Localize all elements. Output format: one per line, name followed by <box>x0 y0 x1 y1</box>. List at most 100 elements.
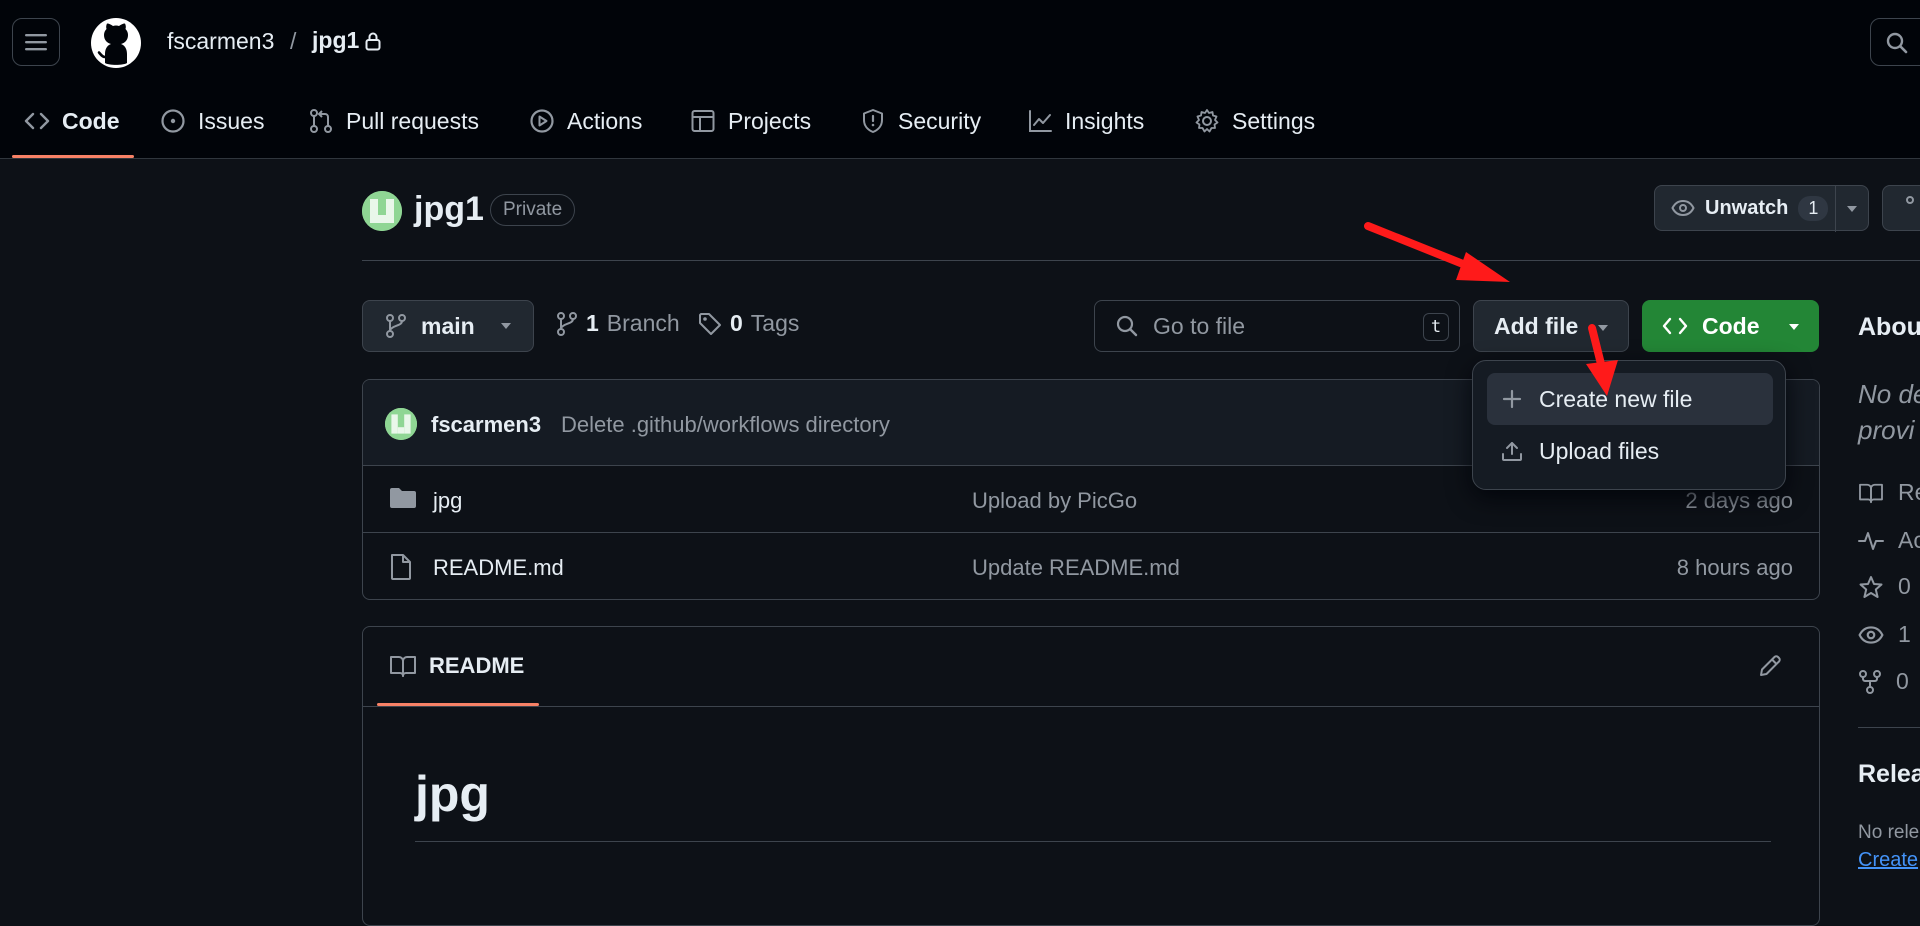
readme-header: README <box>363 627 1819 707</box>
book-icon <box>1859 483 1883 503</box>
heading-divider <box>415 841 1771 842</box>
readme-tab[interactable]: README <box>389 653 524 679</box>
add-file-label: Add file <box>1494 312 1579 339</box>
add-file-button[interactable]: Add file <box>1473 300 1629 352</box>
code-icon <box>1662 317 1688 335</box>
tab-label: Security <box>898 107 982 134</box>
tab-pull-requests[interactable]: Pull requests <box>308 104 479 138</box>
git-branch-icon <box>386 314 406 338</box>
star-icon <box>1859 575 1883 598</box>
tab-actions[interactable]: Actions <box>529 104 642 138</box>
commit-message[interactable]: Delete .github/workflows directory <box>561 412 890 438</box>
table-row[interactable]: README.md Update README.md 8 hours ago <box>363 533 1819 599</box>
tab-code[interactable]: Code <box>24 104 120 138</box>
global-search-button[interactable] <box>1870 18 1920 66</box>
go-to-file-placeholder: Go to file <box>1153 312 1246 339</box>
tab-projects[interactable]: Projects <box>690 104 811 138</box>
breadcrumb-owner[interactable]: fscarmen3 <box>167 28 274 55</box>
book-icon <box>390 656 416 677</box>
side-item-label: 1 <box>1898 621 1911 647</box>
releases-heading[interactable]: Relea <box>1858 760 1920 789</box>
stars-link[interactable]: 0 <box>1858 573 1911 600</box>
repo-forked-icon <box>1906 196 1914 204</box>
tab-label: Issues <box>198 107 265 134</box>
upload-files-item[interactable]: Upload files <box>1487 425 1773 477</box>
github-logo-icon[interactable] <box>90 17 142 69</box>
tab-settings[interactable]: Settings <box>1194 104 1315 138</box>
git-branch-icon <box>557 311 577 336</box>
create-release-link[interactable]: Create <box>1858 849 1918 872</box>
tab-label: Projects <box>728 107 812 134</box>
tab-security[interactable]: Security <box>860 104 981 138</box>
tag-icon <box>699 312 721 335</box>
file-name[interactable]: jpg <box>433 488 462 514</box>
table-icon <box>691 110 715 132</box>
branch-selector[interactable]: main <box>362 300 534 352</box>
side-item-label: Ac <box>1898 527 1920 553</box>
repo-title[interactable]: jpg1 <box>414 190 484 229</box>
branch-label: Branch <box>606 310 680 336</box>
shield-icon <box>863 109 883 133</box>
breadcrumb-repo[interactable]: jpg1 <box>312 27 359 54</box>
fork-button[interactable] <box>1882 185 1920 231</box>
tags-link[interactable]: 0 Tags <box>698 310 799 337</box>
menu-item-label: Upload files <box>1539 437 1660 464</box>
pencil-icon[interactable] <box>1757 653 1783 679</box>
menu-button[interactable] <box>12 18 60 66</box>
forks-link[interactable]: 0 <box>1858 668 1909 695</box>
gear-icon <box>1195 109 1219 133</box>
button-divider <box>1835 186 1836 232</box>
code-button[interactable]: Code <box>1642 300 1819 352</box>
add-file-menu: Create new file Upload files <box>1472 360 1786 490</box>
branches-link[interactable]: 1 Branch <box>556 310 680 337</box>
tab-label: Insights <box>1065 107 1145 134</box>
chevron-down-icon <box>500 323 511 329</box>
plus-icon <box>1502 389 1522 409</box>
about-heading: Abou <box>1858 313 1920 341</box>
create-new-file-item[interactable]: Create new file <box>1487 373 1773 425</box>
tab-issues[interactable]: Issues <box>160 104 264 138</box>
search-icon <box>1886 32 1908 54</box>
readme-link[interactable]: Re <box>1858 479 1920 506</box>
visibility-badge: Private <box>490 194 576 226</box>
chevron-down-icon[interactable] <box>1845 204 1859 214</box>
breadcrumb-separator: / <box>290 28 297 54</box>
activity-link[interactable]: Ac <box>1858 527 1920 554</box>
active-tab-indicator <box>377 703 539 706</box>
active-tab-indicator <box>12 155 134 158</box>
about-description-line: provi <box>1858 415 1915 445</box>
readme-panel: README jpg <box>362 626 1820 926</box>
title-divider <box>362 260 1920 261</box>
about-description-line: No de <box>1858 379 1920 409</box>
watch-count: 1 <box>1798 195 1829 221</box>
commit-author[interactable]: fscarmen3 <box>431 412 541 438</box>
file-commit-message[interactable]: Update README.md <box>972 555 1180 581</box>
tab-label: Code <box>62 107 120 134</box>
lock-icon <box>364 31 382 51</box>
commit-author-avatar[interactable] <box>385 408 417 440</box>
go-to-file-input[interactable]: Go to file t <box>1094 300 1460 352</box>
tag-count: 0 <box>730 310 743 336</box>
file-name[interactable]: README.md <box>433 555 564 581</box>
releases-empty-text: No rele <box>1858 822 1920 843</box>
about-description: No de provi <box>1858 376 1920 448</box>
tag-label: Tags <box>750 310 800 336</box>
sidebar-divider <box>1858 727 1920 728</box>
watchers-link[interactable]: 1 <box>1858 621 1911 648</box>
readme-heading: jpg <box>415 766 490 822</box>
search-icon <box>1116 315 1138 337</box>
tab-label: Actions <box>567 107 643 134</box>
hamburger-icon <box>25 34 47 51</box>
file-commit-message[interactable]: Upload by PicGo <box>972 488 1137 514</box>
chevron-down-icon <box>1598 325 1608 331</box>
keyboard-shortcut-hint: t <box>1423 313 1449 341</box>
side-item-label: 0 <box>1896 668 1909 694</box>
repo-forked-icon <box>1859 669 1881 694</box>
unwatch-button[interactable]: Unwatch 1 <box>1654 185 1869 232</box>
tab-insights[interactable]: Insights <box>1027 104 1144 138</box>
chevron-down-icon <box>1789 324 1799 330</box>
eye-icon <box>1671 199 1695 217</box>
graph-icon <box>1029 110 1052 132</box>
repo-owner-avatar[interactable] <box>362 191 402 231</box>
file-age: 8 hours ago <box>1676 555 1793 580</box>
